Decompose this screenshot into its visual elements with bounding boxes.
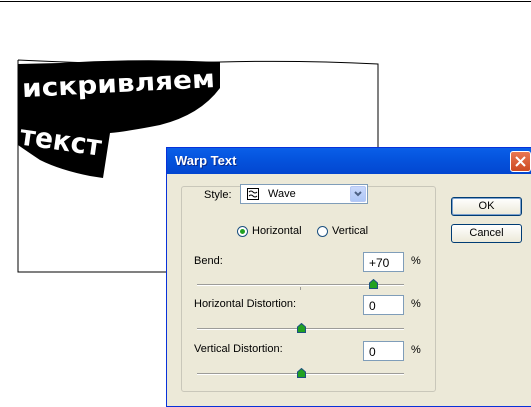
bend-slider-center-tick xyxy=(300,287,301,290)
bend-label: Bend: xyxy=(194,255,223,267)
style-label: Style: xyxy=(204,189,232,201)
style-select[interactable]: Wave xyxy=(240,184,368,204)
radio-vertical-label[interactable]: Vertical xyxy=(332,225,368,237)
dialog-title: Warp Text xyxy=(175,153,237,168)
chevron-down-icon xyxy=(354,191,362,197)
radio-vertical[interactable] xyxy=(317,226,328,237)
horizontal-distortion-label: Horizontal Distortion: xyxy=(194,298,297,310)
vertical-distortion-input[interactable]: 0 xyxy=(363,341,404,361)
vertical-distortion-slider-thumb[interactable] xyxy=(296,368,306,378)
vertical-distortion-unit: % xyxy=(411,344,421,356)
horizontal-distortion-unit: % xyxy=(411,298,421,310)
bend-unit: % xyxy=(411,255,421,267)
close-button[interactable] xyxy=(510,151,531,172)
wave-style-icon xyxy=(247,188,259,200)
bend-slider-thumb[interactable] xyxy=(368,279,378,289)
style-dropdown-button[interactable] xyxy=(350,186,366,202)
cancel-button[interactable]: Cancel xyxy=(451,224,522,243)
horizontal-distortion-input[interactable]: 0 xyxy=(363,295,404,315)
ok-button[interactable]: OK xyxy=(451,197,522,216)
warp-settings-group xyxy=(181,186,436,392)
horizontal-distortion-slider-thumb[interactable] xyxy=(296,323,306,333)
bend-input[interactable]: +70 xyxy=(363,252,404,272)
style-value: Wave xyxy=(268,188,296,200)
radio-horizontal-label[interactable]: Horizontal xyxy=(252,225,302,237)
radio-horizontal[interactable] xyxy=(237,226,248,237)
warp-text-dialog: Warp Text Style: Wave Horizontal Vertica… xyxy=(166,147,531,407)
vertical-distortion-label: Vertical Distortion: xyxy=(194,343,283,355)
dialog-titlebar[interactable]: Warp Text xyxy=(167,148,531,174)
radio-selected-dot xyxy=(240,229,245,234)
close-icon xyxy=(515,156,526,167)
